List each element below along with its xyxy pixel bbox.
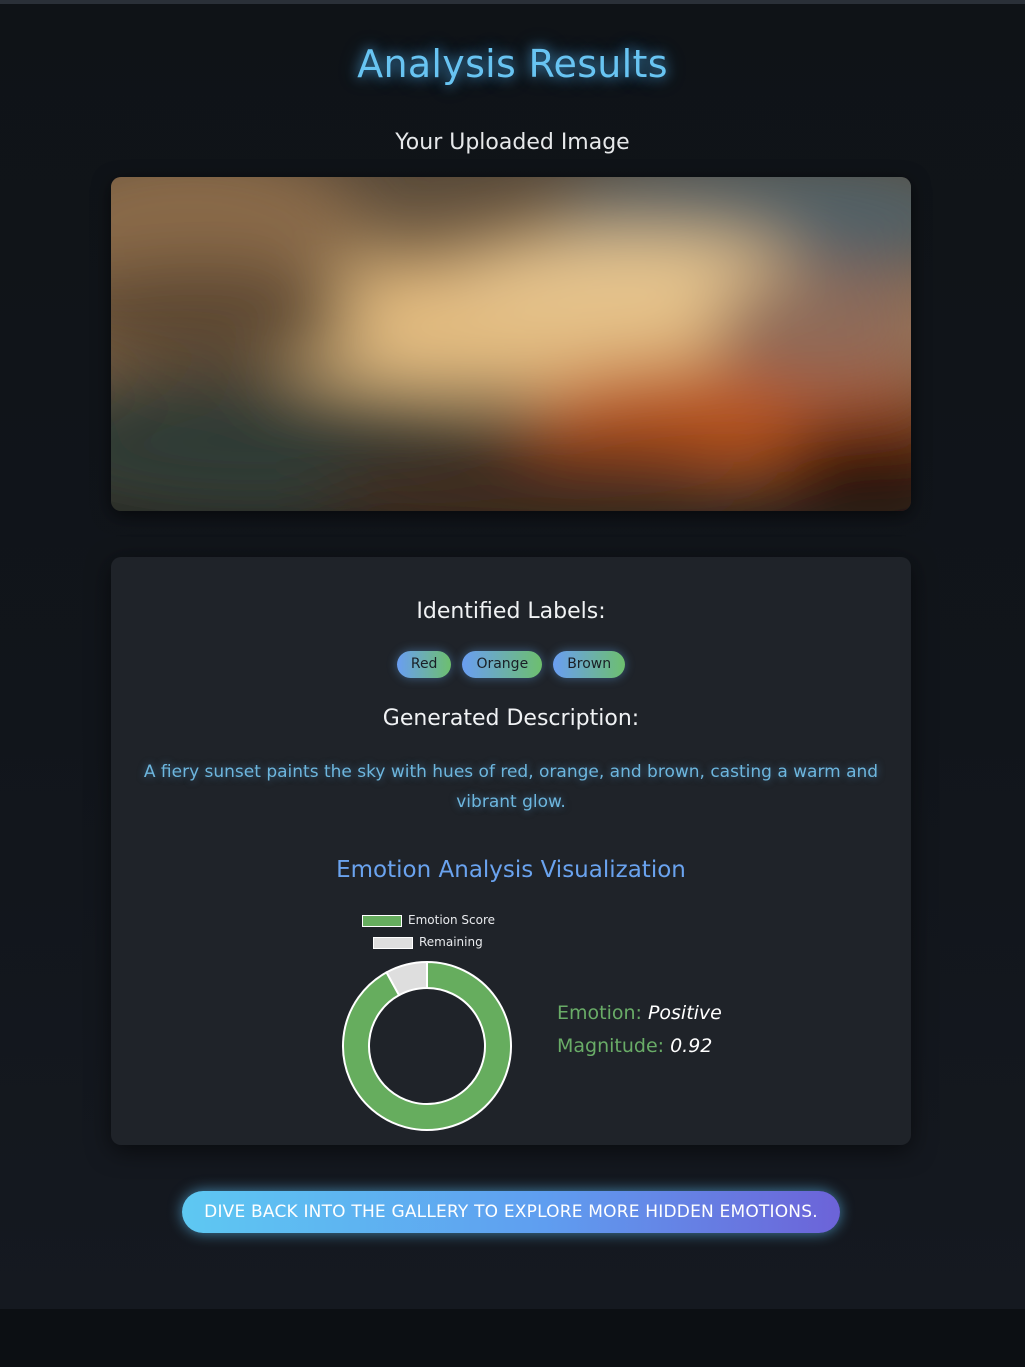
- magnitude-row: Magnitude: 0.92: [557, 1030, 897, 1063]
- legend-swatch-emotion-score: [362, 915, 402, 927]
- labels-heading: Identified Labels:: [416, 599, 606, 624]
- donut-svg: [342, 960, 512, 1131]
- uploaded-image: [111, 177, 911, 511]
- emotion-donut-chart: Emotion Score Remaining: [331, 902, 531, 1132]
- description-heading: Generated Description:: [382, 706, 640, 731]
- label-chips: Red Orange Brown: [111, 651, 911, 678]
- emotion-label: Emotion:: [557, 1002, 642, 1024]
- label-chip-red: Red: [396, 651, 452, 678]
- emotion-stats: Emotion: Positive Magnitude: 0.92: [557, 997, 897, 1063]
- generated-description: A fiery sunset paints the sky with hues …: [143, 762, 879, 812]
- uploaded-image-heading: Your Uploaded Image: [395, 130, 630, 155]
- emotion-row: Emotion: Positive: [557, 997, 897, 1030]
- legend-label-remaining: Remaining: [419, 935, 483, 949]
- emotion-value: Positive: [647, 1002, 722, 1024]
- chart-title: Emotion Analysis Visualization: [336, 857, 686, 883]
- results-page: Analysis Results Your Uploaded Image Ide…: [0, 4, 1025, 1309]
- magnitude-label: Magnitude:: [557, 1035, 665, 1057]
- magnitude-value: 0.92: [670, 1035, 713, 1057]
- page-title: Analysis Results: [357, 42, 668, 86]
- analysis-card: Identified Labels: Red Orange Brown Gene…: [111, 557, 911, 1145]
- legend-swatch-remaining: [373, 937, 413, 949]
- legend-label-emotion-score: Emotion Score: [408, 913, 496, 927]
- label-chip-orange: Orange: [462, 651, 543, 678]
- back-to-gallery-button[interactable]: Dive back into the gallery to explore mo…: [182, 1191, 840, 1233]
- label-chip-brown: Brown: [553, 651, 626, 678]
